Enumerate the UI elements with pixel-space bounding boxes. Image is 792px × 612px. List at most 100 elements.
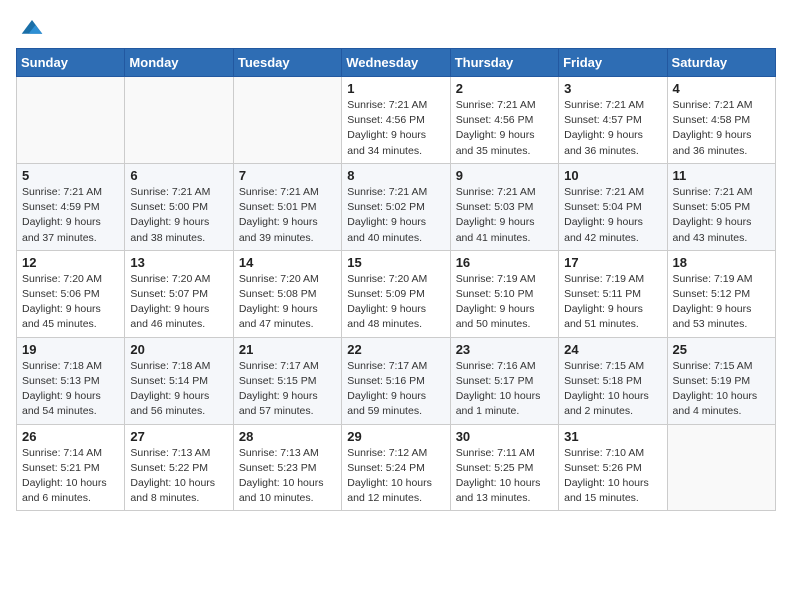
calendar-week-row: 5 Sunrise: 7:21 AM Sunset: 4:59 PM Daylig… (17, 163, 776, 250)
day-info: Sunrise: 7:14 AM Sunset: 5:21 PM Dayligh… (22, 446, 119, 507)
day-number: 16 (456, 255, 553, 270)
day-info: Sunrise: 7:21 AM Sunset: 4:57 PM Dayligh… (564, 98, 661, 159)
day-number: 15 (347, 255, 444, 270)
day-info: Sunrise: 7:21 AM Sunset: 4:56 PM Dayligh… (347, 98, 444, 159)
day-number: 7 (239, 168, 336, 183)
day-info: Sunrise: 7:20 AM Sunset: 5:06 PM Dayligh… (22, 272, 119, 333)
calendar-cell: 19 Sunrise: 7:18 AM Sunset: 5:13 PM Dayli… (17, 337, 125, 424)
calendar-cell: 21 Sunrise: 7:17 AM Sunset: 5:15 PM Dayli… (233, 337, 341, 424)
calendar-cell: 6Sunrise: 7:21 AM Sunset: 5:00 PM Daylig… (125, 163, 233, 250)
day-number: 12 (22, 255, 119, 270)
calendar-cell: 22 Sunrise: 7:17 AM Sunset: 5:16 PM Dayli… (342, 337, 450, 424)
calendar-table: SundayMondayTuesdayWednesdayThursdayFrid… (16, 48, 776, 511)
calendar-cell: 27 Sunrise: 7:13 AM Sunset: 5:22 PM Dayli… (125, 424, 233, 511)
day-info: Sunrise: 7:13 AM Sunset: 5:22 PM Dayligh… (130, 446, 227, 507)
day-number: 27 (130, 429, 227, 444)
day-number: 28 (239, 429, 336, 444)
day-info: Sunrise: 7:11 AM Sunset: 5:25 PM Dayligh… (456, 446, 553, 507)
calendar-cell: 25 Sunrise: 7:15 AM Sunset: 5:19 PM Dayli… (667, 337, 775, 424)
day-info: Sunrise: 7:15 AM Sunset: 5:19 PM Dayligh… (673, 359, 770, 420)
day-number: 31 (564, 429, 661, 444)
day-info: Sunrise: 7:18 AM Sunset: 5:13 PM Dayligh… (22, 359, 119, 420)
calendar-cell: 17Sunrise: 7:19 AM Sunset: 5:11 PM Dayli… (559, 250, 667, 337)
day-info: Sunrise: 7:17 AM Sunset: 5:15 PM Dayligh… (239, 359, 336, 420)
day-info: Sunrise: 7:15 AM Sunset: 5:18 PM Dayligh… (564, 359, 661, 420)
day-number: 6 (130, 168, 227, 183)
day-number: 29 (347, 429, 444, 444)
day-number: 4 (673, 81, 770, 96)
day-info: Sunrise: 7:12 AM Sunset: 5:24 PM Dayligh… (347, 446, 444, 507)
weekday-header-monday: Monday (125, 49, 233, 77)
calendar-cell: 3 Sunrise: 7:21 AM Sunset: 4:57 PM Daylig… (559, 77, 667, 164)
calendar-cell (125, 77, 233, 164)
logo (16, 16, 44, 36)
day-number: 22 (347, 342, 444, 357)
day-number: 18 (673, 255, 770, 270)
day-info: Sunrise: 7:21 AM Sunset: 5:01 PM Dayligh… (239, 185, 336, 246)
day-number: 25 (673, 342, 770, 357)
day-info: Sunrise: 7:19 AM Sunset: 5:10 PM Dayligh… (456, 272, 553, 333)
logo-icon (20, 16, 44, 36)
weekday-header-saturday: Saturday (667, 49, 775, 77)
calendar-cell (233, 77, 341, 164)
calendar-cell: 8Sunrise: 7:21 AM Sunset: 5:02 PM Daylig… (342, 163, 450, 250)
day-number: 10 (564, 168, 661, 183)
calendar-cell: 12 Sunrise: 7:20 AM Sunset: 5:06 PM Dayli… (17, 250, 125, 337)
weekday-header-tuesday: Tuesday (233, 49, 341, 77)
calendar-week-row: 1Sunrise: 7:21 AM Sunset: 4:56 PM Daylig… (17, 77, 776, 164)
calendar-cell: 26 Sunrise: 7:14 AM Sunset: 5:21 PM Dayli… (17, 424, 125, 511)
day-number: 21 (239, 342, 336, 357)
calendar-cell: 14 Sunrise: 7:20 AM Sunset: 5:08 PM Dayli… (233, 250, 341, 337)
calendar-cell: 23 Sunrise: 7:16 AM Sunset: 5:17 PM Dayli… (450, 337, 558, 424)
day-number: 3 (564, 81, 661, 96)
day-info: Sunrise: 7:21 AM Sunset: 5:04 PM Dayligh… (564, 185, 661, 246)
weekday-header-thursday: Thursday (450, 49, 558, 77)
day-number: 23 (456, 342, 553, 357)
calendar-cell: 20 Sunrise: 7:18 AM Sunset: 5:14 PM Dayli… (125, 337, 233, 424)
weekday-header-friday: Friday (559, 49, 667, 77)
weekday-header-wednesday: Wednesday (342, 49, 450, 77)
calendar-week-row: 12 Sunrise: 7:20 AM Sunset: 5:06 PM Dayli… (17, 250, 776, 337)
day-info: Sunrise: 7:19 AM Sunset: 5:12 PM Dayligh… (673, 272, 770, 333)
day-number: 20 (130, 342, 227, 357)
day-info: Sunrise: 7:18 AM Sunset: 5:14 PM Dayligh… (130, 359, 227, 420)
day-number: 9 (456, 168, 553, 183)
calendar-cell: 29 Sunrise: 7:12 AM Sunset: 5:24 PM Dayli… (342, 424, 450, 511)
day-number: 5 (22, 168, 119, 183)
calendar-cell: 9 Sunrise: 7:21 AM Sunset: 5:03 PM Daylig… (450, 163, 558, 250)
calendar-cell: 2Sunrise: 7:21 AM Sunset: 4:56 PM Daylig… (450, 77, 558, 164)
weekday-header-row: SundayMondayTuesdayWednesdayThursdayFrid… (17, 49, 776, 77)
day-info: Sunrise: 7:21 AM Sunset: 4:59 PM Dayligh… (22, 185, 119, 246)
day-info: Sunrise: 7:20 AM Sunset: 5:07 PM Dayligh… (130, 272, 227, 333)
day-info: Sunrise: 7:17 AM Sunset: 5:16 PM Dayligh… (347, 359, 444, 420)
calendar-cell: 16 Sunrise: 7:19 AM Sunset: 5:10 PM Dayli… (450, 250, 558, 337)
day-number: 14 (239, 255, 336, 270)
calendar-cell: 28 Sunrise: 7:13 AM Sunset: 5:23 PM Dayli… (233, 424, 341, 511)
day-info: Sunrise: 7:20 AM Sunset: 5:08 PM Dayligh… (239, 272, 336, 333)
day-info: Sunrise: 7:21 AM Sunset: 5:05 PM Dayligh… (673, 185, 770, 246)
calendar-cell (667, 424, 775, 511)
calendar-cell: 18 Sunrise: 7:19 AM Sunset: 5:12 PM Dayli… (667, 250, 775, 337)
weekday-header-sunday: Sunday (17, 49, 125, 77)
calendar-cell: 13Sunrise: 7:20 AM Sunset: 5:07 PM Dayli… (125, 250, 233, 337)
day-info: Sunrise: 7:10 AM Sunset: 5:26 PM Dayligh… (564, 446, 661, 507)
day-info: Sunrise: 7:16 AM Sunset: 5:17 PM Dayligh… (456, 359, 553, 420)
day-info: Sunrise: 7:21 AM Sunset: 5:03 PM Dayligh… (456, 185, 553, 246)
calendar-cell: 15 Sunrise: 7:20 AM Sunset: 5:09 PM Dayli… (342, 250, 450, 337)
calendar-cell: 4Sunrise: 7:21 AM Sunset: 4:58 PM Daylig… (667, 77, 775, 164)
day-number: 24 (564, 342, 661, 357)
calendar-cell: 10 Sunrise: 7:21 AM Sunset: 5:04 PM Dayli… (559, 163, 667, 250)
calendar-cell: 5 Sunrise: 7:21 AM Sunset: 4:59 PM Daylig… (17, 163, 125, 250)
day-number: 19 (22, 342, 119, 357)
day-info: Sunrise: 7:13 AM Sunset: 5:23 PM Dayligh… (239, 446, 336, 507)
day-number: 8 (347, 168, 444, 183)
calendar-cell: 30Sunrise: 7:11 AM Sunset: 5:25 PM Dayli… (450, 424, 558, 511)
day-number: 26 (22, 429, 119, 444)
calendar-week-row: 26 Sunrise: 7:14 AM Sunset: 5:21 PM Dayli… (17, 424, 776, 511)
calendar-cell: 11 Sunrise: 7:21 AM Sunset: 5:05 PM Dayli… (667, 163, 775, 250)
day-info: Sunrise: 7:21 AM Sunset: 4:56 PM Dayligh… (456, 98, 553, 159)
calendar-cell: 7 Sunrise: 7:21 AM Sunset: 5:01 PM Daylig… (233, 163, 341, 250)
day-info: Sunrise: 7:20 AM Sunset: 5:09 PM Dayligh… (347, 272, 444, 333)
day-number: 11 (673, 168, 770, 183)
calendar-cell: 1Sunrise: 7:21 AM Sunset: 4:56 PM Daylig… (342, 77, 450, 164)
